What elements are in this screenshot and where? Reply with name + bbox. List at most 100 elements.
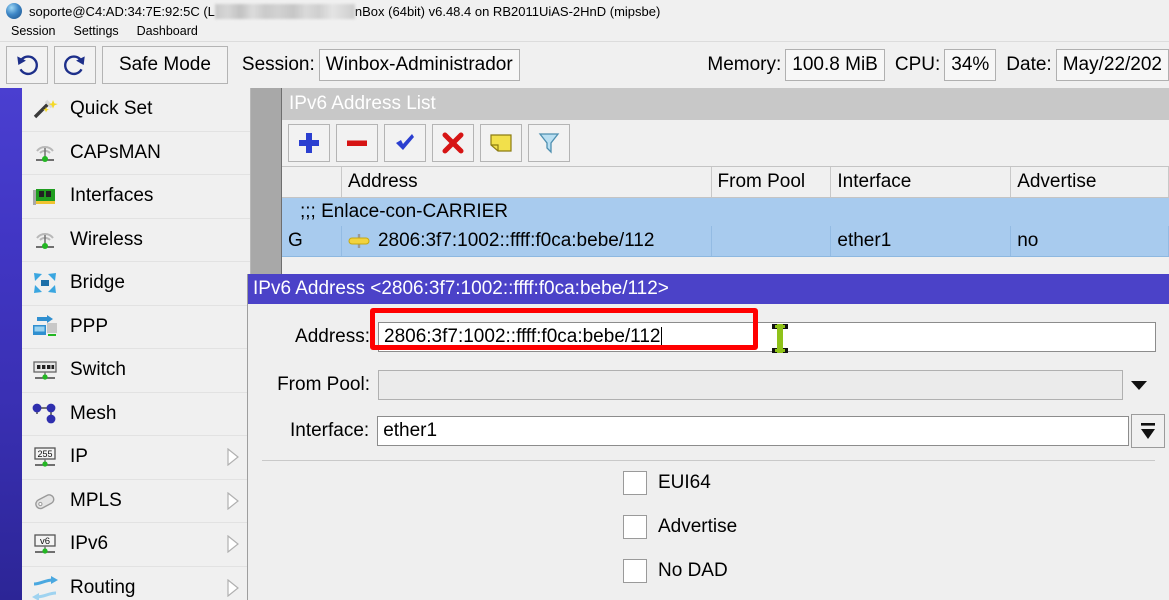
cross-icon	[441, 131, 465, 155]
from-pool-dropdown-arrow[interactable]	[1123, 379, 1155, 391]
cell-address-text: 2806:3f7:1002::ffff:f0ca:bebe/112	[378, 230, 654, 252]
chevron-down-icon	[1130, 379, 1148, 391]
cell-flags: G	[282, 226, 342, 256]
sidebar-item-ipv6[interactable]: v6 IPv6	[22, 523, 250, 567]
ipv6-list-toolbar	[282, 120, 1169, 166]
switch-chip-icon	[30, 357, 60, 383]
address-input[interactable]: 2806:3f7:1002::ffff:f0ca:bebe/112	[378, 322, 1156, 352]
filter-button[interactable]	[528, 124, 570, 162]
disable-button[interactable]	[432, 124, 474, 162]
address-row: Address: 2806:3f7:1002::ffff:f0ca:bebe/1…	[248, 318, 1169, 356]
magic-wand-icon	[30, 96, 60, 122]
window-title: soporte@C4:AD:34:7E:92:5C (LnBox (64bit)…	[29, 4, 660, 19]
main-toolbar: Safe Mode Session: Winbox-Administrador …	[0, 41, 1169, 89]
sidebar-item-capsman[interactable]: CAPsMAN	[22, 132, 250, 176]
text-ibeam-cursor	[770, 323, 790, 355]
routing-arrows-icon	[30, 575, 60, 600]
eui64-checkbox[interactable]	[623, 471, 647, 495]
window-titlebar: soporte@C4:AD:34:7E:92:5C (LnBox (64bit)…	[0, 0, 1169, 22]
sidebar-item-label: Wireless	[70, 229, 250, 251]
sidebar-item-label: Interfaces	[70, 185, 250, 207]
sidebar-item-label: PPP	[70, 316, 250, 338]
sidebar-item-mpls[interactable]: MPLS	[22, 480, 250, 524]
advertise-checkbox[interactable]	[623, 515, 647, 539]
interface-dropdown-button[interactable]	[1131, 414, 1165, 448]
memory-value: 100.8 MiB	[785, 49, 885, 81]
from-pool-label: From Pool:	[248, 374, 378, 396]
sidebar-item-switch[interactable]: Switch	[22, 349, 250, 393]
redacted-title-region	[215, 4, 355, 19]
date-label: Date:	[1006, 54, 1051, 76]
cell-interface: ether1	[831, 226, 1011, 256]
interface-row: Interface: ether1	[248, 412, 1169, 450]
sidebar-item-interfaces[interactable]: Interfaces	[22, 175, 250, 219]
menu-item-dashboard[interactable]: Dashboard	[128, 22, 207, 41]
sidebar-item-label: Bridge	[70, 272, 250, 294]
table-row-comment[interactable]: ;;; Enlace-con-CARRIER	[282, 198, 1169, 226]
svg-text:255: 255	[37, 449, 52, 459]
sidebar-item-label: IPv6	[70, 533, 222, 555]
sidebar-item-wireless[interactable]: Wireless	[22, 219, 250, 263]
enable-button[interactable]	[384, 124, 426, 162]
redo-button[interactable]	[54, 46, 96, 84]
check-icon	[393, 131, 417, 155]
ip-address-icon	[348, 233, 370, 249]
table-row[interactable]: G 2806:3f7:1002::ffff:f0ca:bebe/112 ethe…	[282, 226, 1169, 257]
column-header-flags[interactable]	[282, 167, 342, 197]
no-dad-checkbox[interactable]	[623, 559, 647, 583]
window-title-prefix: soporte@C4:AD:34:7E:92:5C (L	[29, 4, 215, 19]
checkbox-row-no-dad[interactable]: No DAD	[248, 549, 1169, 593]
chevron-right-icon	[222, 535, 244, 553]
dropdown-bar-arrow-icon	[1138, 420, 1158, 442]
chevron-right-icon	[222, 448, 244, 466]
ip-255-icon: 255	[30, 444, 60, 470]
sidebar-item-ppp[interactable]: PPP	[22, 306, 250, 350]
dialog-title: IPv6 Address <2806:3f7:1002::ffff:f0ca:b…	[248, 274, 1169, 304]
sidebar-item-quick-set[interactable]: Quick Set	[22, 88, 250, 132]
cell-address: 2806:3f7:1002::ffff:f0ca:bebe/112	[342, 226, 712, 256]
sidebar-item-label: Switch	[70, 359, 250, 381]
ipv6-table-header: Address From Pool Interface Advertise	[282, 166, 1169, 198]
session-label: Session:	[242, 54, 315, 76]
menubar: Session Settings Dashboard	[0, 22, 1169, 41]
winbox-window: soporte@C4:AD:34:7E:92:5C (LnBox (64bit)…	[0, 0, 1169, 600]
column-header-address[interactable]: Address	[342, 167, 712, 197]
advertise-label: Advertise	[658, 516, 737, 538]
main-sidebar: nBox Quick Set	[0, 88, 251, 600]
sidebar-item-routing[interactable]: Routing	[22, 567, 250, 600]
sidebar-item-label: Mesh	[70, 403, 250, 425]
from-pool-row: From Pool:	[248, 366, 1169, 404]
comment-button[interactable]	[480, 124, 522, 162]
interface-label: Interface:	[248, 420, 377, 442]
sidebar-item-mesh[interactable]: Mesh	[22, 393, 250, 437]
menu-item-session[interactable]: Session	[2, 22, 64, 41]
sidebar-accent-bar: nBox	[0, 88, 22, 600]
status-indicators: Memory: 100.8 MiB CPU: 34% Date: May/22/…	[697, 49, 1169, 81]
checkbox-row-advertise[interactable]: Advertise	[248, 505, 1169, 549]
menu-item-settings[interactable]: Settings	[64, 22, 127, 41]
remove-button[interactable]	[336, 124, 378, 162]
from-pool-input[interactable]	[378, 370, 1123, 400]
bridge-arrows-icon	[30, 270, 60, 296]
checkbox-row-eui64[interactable]: EUI64	[248, 461, 1169, 505]
column-header-from-pool[interactable]: From Pool	[712, 167, 832, 197]
column-header-advertise[interactable]: Advertise	[1011, 167, 1169, 197]
funnel-icon	[538, 131, 560, 155]
cell-from-pool	[712, 226, 832, 256]
safe-mode-button[interactable]: Safe Mode	[102, 46, 228, 84]
column-header-interface[interactable]: Interface	[831, 167, 1011, 197]
add-button[interactable]	[288, 124, 330, 162]
chevron-right-icon	[222, 579, 244, 597]
sidebar-item-label: Routing	[70, 577, 222, 599]
sidebar-item-bridge[interactable]: Bridge	[22, 262, 250, 306]
sidebar-item-ip[interactable]: 255 IP	[22, 436, 250, 480]
undo-button[interactable]	[6, 46, 48, 84]
ipv6-v6-icon: v6	[30, 531, 60, 557]
sidebar-vertical-brand: nBox	[0, 579, 7, 600]
ipv6-address-list-window: IPv6 Address List	[281, 88, 1169, 278]
date-value: May/22/202	[1056, 49, 1169, 81]
interface-input[interactable]: ether1	[377, 416, 1129, 446]
session-value[interactable]: Winbox-Administrador	[319, 49, 520, 81]
mpls-label-icon	[30, 488, 60, 514]
sidebar-item-label: CAPsMAN	[70, 142, 250, 164]
